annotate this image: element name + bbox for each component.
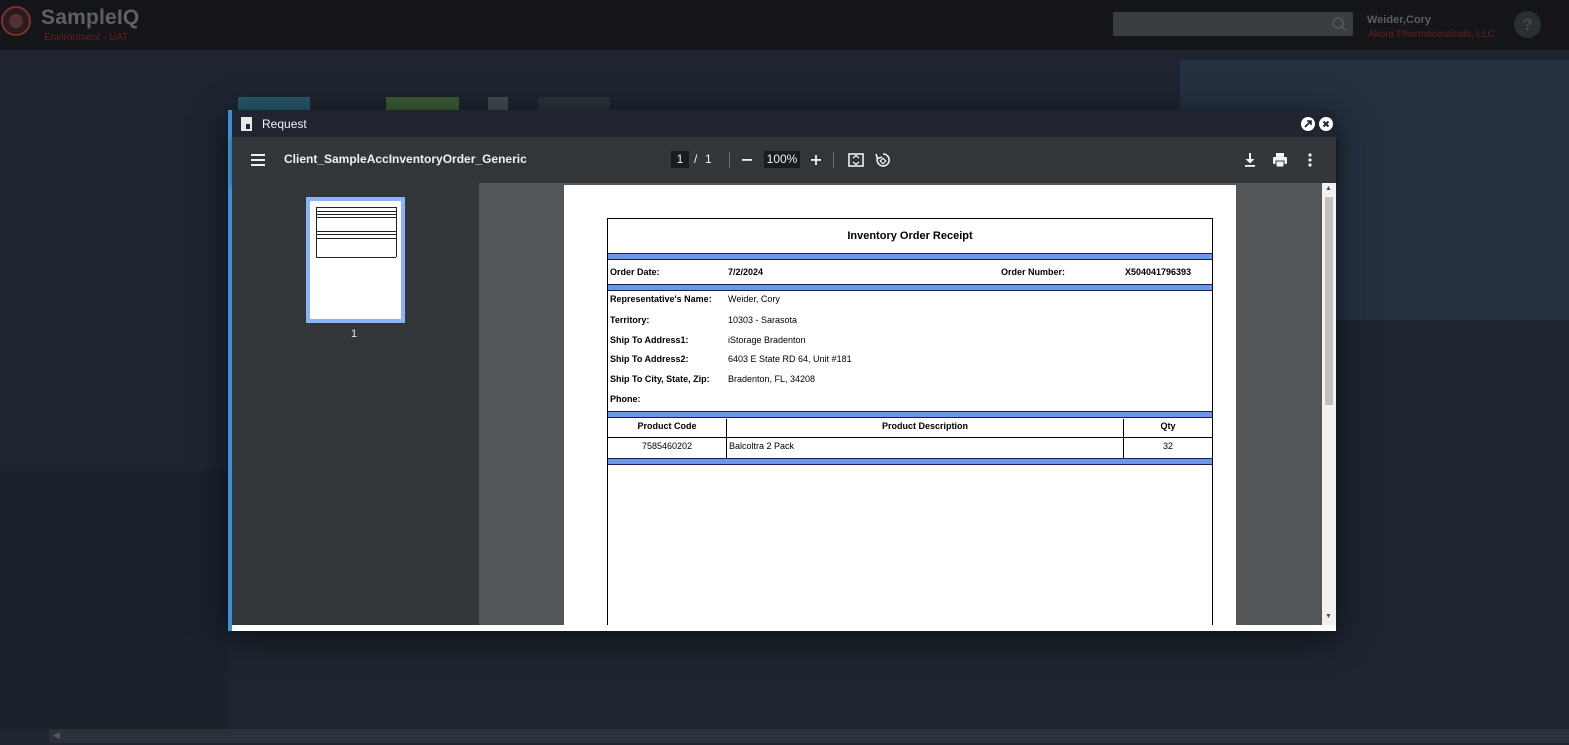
close-x-icon	[1322, 120, 1330, 128]
user-name[interactable]: Weider,Cory	[1367, 14, 1431, 26]
expand-icon	[1304, 120, 1312, 128]
field-value: iStorage Bradenton	[728, 335, 806, 345]
environment-label: Environment - UAT	[44, 32, 129, 43]
scroll-left-icon[interactable]: ◀	[53, 730, 60, 741]
zoom-in-icon[interactable]	[806, 150, 826, 170]
order-date-label: Order Date:	[610, 267, 660, 277]
modal-title-bar: Request	[232, 110, 1336, 137]
thumbnail-line	[316, 211, 396, 212]
background-tab	[386, 97, 459, 111]
field-label: Territory:	[610, 315, 650, 325]
thumbnail-page-number: 1	[351, 328, 358, 340]
rotate-icon[interactable]	[873, 150, 893, 170]
request-modal: Request Client_SampleAccInventoryOrder_G…	[228, 110, 1336, 631]
toolbar-divider	[729, 152, 730, 168]
product-code-cell: 7585460202	[641, 441, 693, 451]
page-total: 1	[705, 152, 712, 166]
field-label: Ship To Address1:	[610, 335, 689, 345]
download-icon[interactable]	[1240, 150, 1260, 170]
receipt-title: Inventory Order Receipt	[847, 230, 973, 242]
help-icon[interactable]: ?	[1514, 11, 1541, 38]
field-label: Phone:	[610, 394, 641, 404]
table-header-product-code: Product Code	[637, 421, 697, 431]
popout-icon[interactable]	[1301, 117, 1315, 131]
table-bottom-band	[608, 458, 1212, 465]
modal-footer-strip	[232, 625, 1336, 631]
section-band	[608, 284, 1212, 291]
zoom-level-input[interactable]: 100%	[764, 151, 800, 168]
close-icon[interactable]	[1319, 117, 1333, 131]
more-options-icon[interactable]	[1300, 150, 1320, 170]
search-icon[interactable]	[1331, 16, 1347, 32]
thumbnail-line	[316, 234, 396, 235]
thumbnail-panel: 1	[232, 183, 479, 625]
background-panel	[0, 470, 228, 729]
thumbnail-line	[316, 207, 396, 208]
order-date-value: 7/2/2024	[728, 267, 764, 277]
zoom-out-icon[interactable]	[737, 150, 757, 170]
document-icon	[241, 117, 252, 131]
background-tab	[538, 97, 610, 111]
thumbnail-line	[316, 238, 396, 239]
field-value: 10303 - Sarasota	[728, 315, 798, 325]
pdf-page: Inventory Order Receipt Order Date: 7/2/…	[564, 185, 1236, 625]
qty-cell: 32	[1162, 441, 1173, 451]
page-separator: /	[694, 152, 698, 166]
thumbnail-line	[316, 214, 396, 215]
page-number-input[interactable]: 1	[671, 151, 689, 168]
inventory-order-receipt: Inventory Order Receipt Order Date: 7/2/…	[607, 218, 1213, 625]
scroll-up-icon[interactable]: ▲	[1325, 185, 1332, 192]
global-search-input[interactable]	[1113, 12, 1353, 36]
brand-name[interactable]: SampleIQ	[41, 6, 139, 30]
field-value: Weider, Cory	[728, 294, 780, 304]
app-logo[interactable]	[1, 6, 31, 36]
fit-page-icon[interactable]	[846, 150, 866, 170]
field-value: Bradenton, FL, 34208	[728, 374, 816, 384]
product-description-cell: Balcoltra 2 Pack	[729, 441, 795, 451]
scrollbar-thumb[interactable]	[1325, 197, 1333, 405]
thumbnail-line	[316, 231, 396, 232]
background-tab	[238, 97, 310, 111]
header-band	[608, 253, 1212, 260]
pdf-viewer[interactable]: Inventory Order Receipt Order Date: 7/2/…	[479, 183, 1322, 625]
thumbnail-page-preview	[310, 201, 401, 319]
table-header-qty: Qty	[1160, 421, 1176, 431]
thumbnail-line	[316, 217, 396, 218]
thumbnail-line	[396, 207, 397, 257]
pdf-toolbar: Client_SampleAccInventoryOrder_Generic 1…	[232, 137, 1336, 183]
user-organization: Akora Pharmaceuticals, LLC	[1368, 29, 1495, 40]
page-thumbnail[interactable]	[306, 197, 405, 323]
scroll-down-icon[interactable]: ▼	[1325, 613, 1332, 620]
table-header-product-description: Product Description	[881, 421, 968, 431]
table-top-band	[608, 411, 1212, 418]
modal-title: Request	[262, 117, 307, 131]
order-number-value: X504041796393	[1125, 267, 1192, 277]
background-tab	[488, 97, 508, 111]
order-number-label: Order Number:	[1001, 267, 1066, 277]
document-name: Client_SampleAccInventoryOrder_Generic	[284, 152, 527, 166]
app-header: SampleIQ Environment - UAT Weider,Cory A…	[0, 0, 1569, 50]
thumbnail-line	[316, 207, 317, 257]
thumbnail-line	[316, 257, 396, 258]
field-label: Representative's Name:	[610, 294, 712, 304]
field-label: Ship To Address2:	[610, 354, 689, 364]
menu-icon[interactable]	[248, 150, 268, 170]
print-icon[interactable]	[1270, 150, 1290, 170]
vertical-scrollbar[interactable]: ▲ ▼	[1322, 183, 1336, 625]
field-label: Ship To City, State, Zip:	[610, 374, 710, 384]
table-line	[608, 437, 1212, 438]
toolbar-divider	[833, 152, 834, 168]
field-value: 6403 E State RD 64, Unit #181	[728, 354, 852, 364]
horizontal-scrollbar[interactable]: ◀	[49, 729, 1569, 743]
